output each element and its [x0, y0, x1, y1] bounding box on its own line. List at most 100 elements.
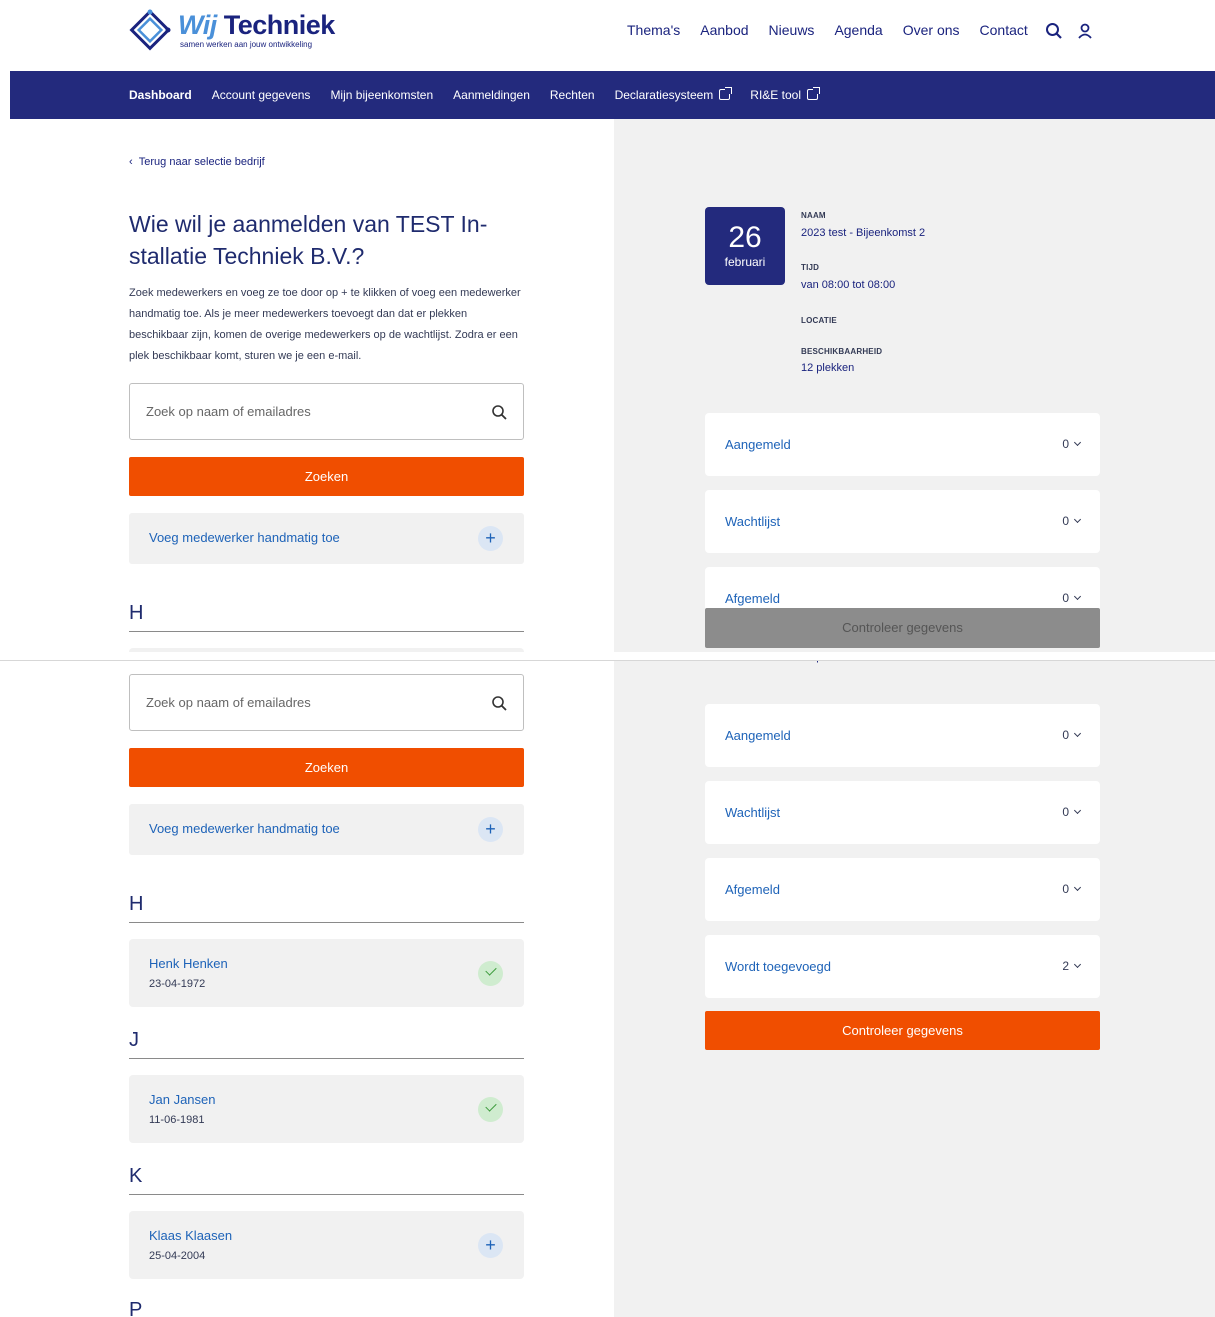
event-availability: 12 plekken: [801, 661, 854, 663]
status-wordt-toegevoegd[interactable]: Wordt toegevoegd 2: [705, 935, 1100, 998]
page-title: Wie wil je aanmelden van TEST In­stallat…: [129, 211, 488, 269]
status-label: Afgemeld: [725, 882, 780, 897]
status-count-value: 0: [1062, 728, 1069, 742]
subnav-account-gegevens[interactable]: Account gegevens: [212, 88, 311, 102]
check-data-button-disabled[interactable]: Controleer gegevens: [705, 608, 1100, 648]
status-aangemeld[interactable]: Aangemeld 0: [705, 704, 1100, 767]
status-afgemeld[interactable]: Afgemeld 0: [705, 858, 1100, 921]
list-item[interactable]: Jan Jansen 11-06-1981: [129, 1075, 524, 1143]
chevron-down-icon: [1073, 960, 1082, 969]
list-item[interactable]: Klaas Klaasen 25-04-2004 +: [129, 1211, 524, 1279]
group-letter-j: J: [129, 1029, 524, 1059]
chevron-down-icon: [1073, 806, 1082, 815]
subnav-declaratiesysteem-label: Declaratiesysteem: [614, 88, 714, 102]
intro-text: Zoek medewerkers en voeg ze toe door op …: [129, 287, 521, 362]
logo-tagline: samen werken aan jouw ontwikkeling: [180, 40, 313, 49]
event-name: 2023 test - Bijeenkomst 2: [801, 227, 926, 239]
event-day: 26: [728, 221, 762, 254]
group-letter-k: K: [129, 1165, 524, 1195]
search-icon[interactable]: [1045, 22, 1063, 40]
add-manual-button[interactable]: Voeg medewerker handmatig toe +: [129, 804, 524, 855]
nav-over-ons[interactable]: Over ons: [903, 22, 960, 38]
viewport-top: ‹ Terug naar selectie bedrijf Wie wil je…: [0, 119, 1215, 652]
subnav-dashboard[interactable]: Dashboard: [129, 88, 192, 102]
status-label: Wachtlijst: [725, 805, 781, 820]
search-icon: [492, 696, 507, 711]
status-count-value: 0: [1062, 591, 1069, 605]
chevron-down-icon: [1073, 515, 1082, 524]
add-manual-label: Voeg medewerker handmatig toe: [149, 530, 340, 545]
locatie-label: LOCATIE: [801, 316, 837, 325]
subnav-rie-tool-label: RI&E tool: [750, 88, 801, 102]
search-input[interactable]: Zoek op naam of emailadres: [129, 383, 524, 440]
employee-birthdate: 23-04-1972: [149, 978, 206, 990]
subnav-aanmeldingen[interactable]: Aanmeldingen: [453, 88, 530, 102]
plus-icon[interactable]: +: [478, 817, 503, 842]
user-icon[interactable]: [1076, 22, 1094, 40]
add-manual-button[interactable]: Voeg medewerker handmatig toe +: [129, 513, 524, 564]
status-wachtlijst[interactable]: Wachtlijst 0: [705, 781, 1100, 844]
status-label: Wordt toegevoegd: [725, 959, 831, 974]
status-label: Wachtlijst: [725, 514, 781, 529]
logo-word-techniek: Techniek: [223, 10, 336, 40]
search-button[interactable]: Zoeken: [129, 748, 524, 787]
logo[interactable]: Wij Techniek samen werken aan jouw ontwi…: [128, 8, 335, 52]
site-header: Wij Techniek samen werken aan jouw ontwi…: [0, 0, 1215, 71]
back-link-label: Terug naar selectie bedrijf: [138, 156, 265, 168]
status-count: 0: [1062, 805, 1082, 819]
event-time: van 08:00 tot 08:00: [801, 279, 896, 291]
list-item[interactable]: Henk Henken 23-04-1972: [129, 939, 524, 1007]
subnav-declaratiesysteem[interactable]: Declaratiesysteem: [614, 87, 733, 102]
nav-themas[interactable]: Thema's: [627, 22, 680, 38]
logo-icon: [129, 9, 171, 51]
check-icon[interactable]: [478, 1097, 503, 1122]
back-link[interactable]: ‹ Terug naar selectie bedrijf: [129, 156, 265, 168]
subnav-rie-tool[interactable]: RI&E tool: [750, 87, 820, 102]
logo-word-wij: Wij: [178, 10, 217, 40]
nav-contact[interactable]: Contact: [980, 22, 1028, 38]
status-count-value: 0: [1062, 805, 1069, 819]
naam-label: NAAM: [801, 211, 826, 220]
tijd-label: TIJD: [801, 263, 820, 272]
check-data-button[interactable]: Controleer gegevens: [705, 1011, 1100, 1050]
subnav-rechten[interactable]: Rechten: [550, 88, 595, 102]
chevron-down-icon: [1073, 438, 1082, 447]
viewport-bottom: 12 plekken Zoek op naam of emailadres Zo…: [0, 661, 1215, 1317]
screenshot-seam: [614, 652, 1215, 660]
event-date: 26 februari: [705, 207, 785, 285]
employee-birthdate: 11-06-1981: [149, 1114, 205, 1126]
subnav-mijn-bijeenkomsten[interactable]: Mijn bijeenkomsten: [330, 88, 433, 102]
status-count: 0: [1062, 882, 1082, 896]
status-count: 0: [1062, 591, 1082, 605]
search-input[interactable]: Zoek op naam of emailadres: [129, 674, 524, 731]
beschikbaarheid-label: BESCHIKBAARHEID: [801, 347, 883, 356]
search-button[interactable]: Zoeken: [129, 457, 524, 496]
status-wachtlijst[interactable]: Wachtlijst 0: [705, 490, 1100, 553]
status-count: 0: [1062, 514, 1082, 528]
status-count-value: 0: [1062, 437, 1069, 451]
check-icon[interactable]: [478, 961, 503, 986]
status-label: Aangemeld: [725, 728, 791, 743]
add-manual-label: Voeg medewerker handmatig toe: [149, 821, 340, 836]
nav-aanbod[interactable]: Aanbod: [700, 22, 748, 38]
status-count: 0: [1062, 728, 1082, 742]
status-count-value: 0: [1062, 882, 1069, 896]
external-link-icon: [719, 87, 733, 100]
employee-name: Henk Henken: [149, 956, 228, 971]
employee-name: Jan Jansen: [149, 1092, 216, 1107]
status-aangemeld[interactable]: Aangemeld 0: [705, 413, 1100, 476]
event-month: februari: [724, 255, 766, 269]
external-link-icon: [807, 87, 820, 100]
chevron-down-icon: [1073, 729, 1082, 738]
employee-name: Klaas Klaasen: [149, 1228, 233, 1243]
plus-icon[interactable]: +: [478, 1233, 503, 1258]
search-placeholder: Zoek op naam of emailadres: [146, 404, 311, 419]
plus-icon[interactable]: +: [478, 526, 503, 551]
nav-nieuws[interactable]: Nieuws: [769, 22, 815, 38]
dashboard-subnav: Dashboard Account gegevens Mijn bijeenko…: [10, 71, 1215, 119]
status-count-value: 0: [1062, 514, 1069, 528]
list-item: [129, 648, 524, 652]
nav-agenda[interactable]: Agenda: [834, 22, 882, 38]
status-label: Afgemeld: [725, 591, 780, 606]
status-count: 2: [1062, 959, 1082, 973]
